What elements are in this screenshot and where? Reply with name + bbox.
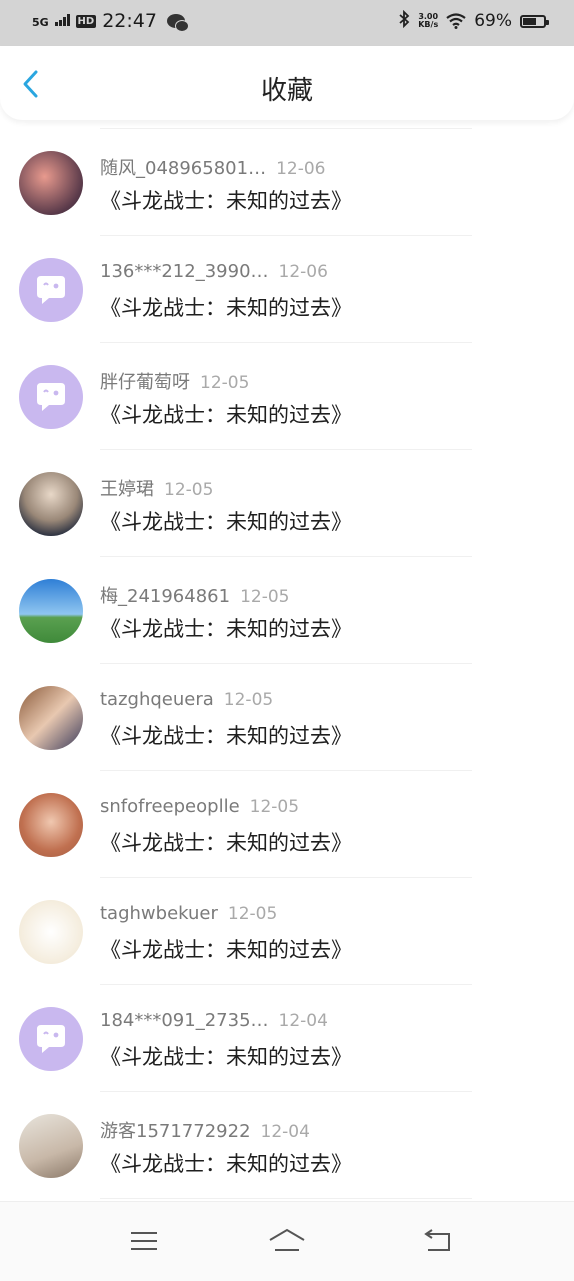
name-row: tazghqeuera 12-05 — [100, 689, 273, 710]
speed-unit: KB/s — [418, 20, 439, 29]
user-name: 随风_048965801… — [100, 158, 267, 179]
list-item[interactable]: 胖仔葡萄呀 12-05 《斗龙战士：未知的过去》 — [0, 343, 574, 450]
user-name: tazghqeuera — [100, 689, 214, 710]
system-back-button[interactable] — [418, 1226, 458, 1256]
user-name: 王婷珺 — [100, 479, 154, 500]
book-title[interactable]: 《斗龙战士：未知的过去》 — [100, 720, 352, 750]
book-title[interactable]: 《斗龙战士：未知的过去》 — [100, 1148, 352, 1178]
date: 12-05 — [200, 373, 250, 393]
name-row: 梅_241964861 12-05 — [100, 582, 289, 608]
clock: 22:47 — [102, 10, 157, 32]
list-item[interactable]: snfofreepeoplle 12-05 《斗龙战士：未知的过去》 — [0, 771, 574, 878]
back-icon — [424, 1229, 450, 1251]
name-row: 随风_048965801… 12-06 — [100, 154, 325, 180]
date: 12-04 — [278, 1011, 328, 1031]
user-name: snfofreepeoplle — [100, 796, 240, 817]
date: 12-06 — [278, 262, 328, 282]
date: 12-06 — [276, 159, 326, 179]
name-row: 胖仔葡萄呀 12-05 — [100, 368, 249, 394]
avatar[interactable] — [19, 793, 83, 857]
user-name: taghwbekuer — [100, 903, 218, 924]
date: 12-04 — [260, 1122, 310, 1142]
list-item[interactable]: 梅_241964861 12-05 《斗龙战士：未知的过去》 — [0, 557, 574, 664]
signal-icon: 5G — [32, 14, 70, 28]
wechat-icon — [166, 14, 189, 32]
book-title[interactable]: 《斗龙战士：未知的过去》 — [100, 399, 352, 429]
name-row: 王婷珺 12-05 — [100, 475, 213, 501]
book-title[interactable]: 《斗龙战士：未知的过去》 — [100, 827, 352, 857]
date: 12-05 — [240, 587, 290, 607]
system-nav-bar — [0, 1201, 574, 1281]
list-item[interactable]: tazghqeuera 12-05 《斗龙战士：未知的过去》 — [0, 664, 574, 771]
default-avatar-icon[interactable] — [19, 258, 83, 322]
battery-fill — [523, 17, 536, 25]
menu-button[interactable] — [124, 1226, 164, 1256]
avatar[interactable] — [19, 1114, 83, 1178]
avatar[interactable] — [19, 900, 83, 964]
page-title: 收藏 — [260, 76, 313, 106]
battery-percent: 69% — [474, 11, 512, 31]
avatar[interactable] — [19, 686, 83, 750]
list-item[interactable]: 随风_048965801… 12-06 《斗龙战士：未知的过去》 — [0, 129, 574, 236]
home-icon — [269, 1228, 305, 1251]
name-row: 184***091_2735… 12-04 — [100, 1010, 328, 1031]
list-item[interactable]: 184***091_2735… 12-04 《斗龙战士：未知的过去》 — [0, 985, 574, 1092]
favorites-list: 随风_048965801… 12-06 《斗龙战士：未知的过去》 136***212_… — [0, 128, 574, 1199]
name-row: taghwbekuer 12-05 — [100, 903, 277, 924]
user-name: 184***091_2735… — [100, 1010, 269, 1031]
date: 12-05 — [227, 904, 278, 924]
name-row: 136***212_3990… 12-06 — [100, 261, 328, 282]
menu-icon — [131, 1232, 157, 1250]
book-title[interactable]: 《斗龙战士：未知的过去》 — [100, 292, 352, 322]
avatar[interactable] — [19, 579, 83, 643]
user-name: 136***212_3990… — [100, 261, 269, 282]
battery-icon — [520, 14, 549, 28]
list-item[interactable]: 王婷珺 12-05 《斗龙战士：未知的过去》 — [0, 450, 574, 557]
list-item[interactable]: taghwbekuer 12-05 《斗龙战士：未知的过去》 — [0, 878, 574, 985]
divider — [100, 1198, 472, 1199]
user-name: 梅_241964861 — [100, 586, 231, 607]
book-title[interactable]: 《斗龙战士：未知的过去》 — [100, 934, 352, 964]
date: 12-05 — [164, 480, 214, 500]
name-row: 游客1571772922 12-04 — [100, 1117, 310, 1143]
book-title[interactable]: 《斗龙战士：未知的过去》 — [100, 506, 352, 536]
default-avatar-icon[interactable] — [19, 365, 83, 429]
avatar[interactable] — [19, 151, 83, 215]
user-name: 游客1571772922 — [100, 1121, 251, 1142]
date: 12-05 — [223, 690, 274, 710]
hd-icon: HD — [75, 14, 97, 28]
network-speed: 3.00 KB/s — [418, 13, 438, 29]
book-title[interactable]: 《斗龙战士：未知的过去》 — [100, 1041, 352, 1071]
book-title[interactable]: 《斗龙战士：未知的过去》 — [100, 613, 352, 643]
status-bar: 5G HD 22:47 3.00 KB/s 69% — [0, 0, 574, 46]
date: 12-05 — [249, 797, 300, 817]
book-title[interactable]: 《斗龙战士：未知的过去》 — [100, 185, 352, 215]
avatar[interactable] — [19, 472, 83, 536]
network-type: 5G — [32, 16, 49, 29]
bluetooth-icon — [398, 9, 410, 32]
list-item[interactable]: 游客1571772922 12-04 《斗龙战士：未知的过去》 — [0, 1092, 574, 1199]
list-item[interactable]: 136***212_3990… 12-06 《斗龙战士：未知的过去》 — [0, 236, 574, 343]
default-avatar-icon[interactable] — [19, 1007, 83, 1071]
user-name: 胖仔葡萄呀 — [100, 372, 190, 393]
header: 收藏 — [0, 46, 574, 120]
name-row: snfofreepeoplle 12-05 — [100, 796, 299, 817]
wifi-icon — [446, 13, 466, 29]
home-button[interactable] — [266, 1226, 308, 1256]
